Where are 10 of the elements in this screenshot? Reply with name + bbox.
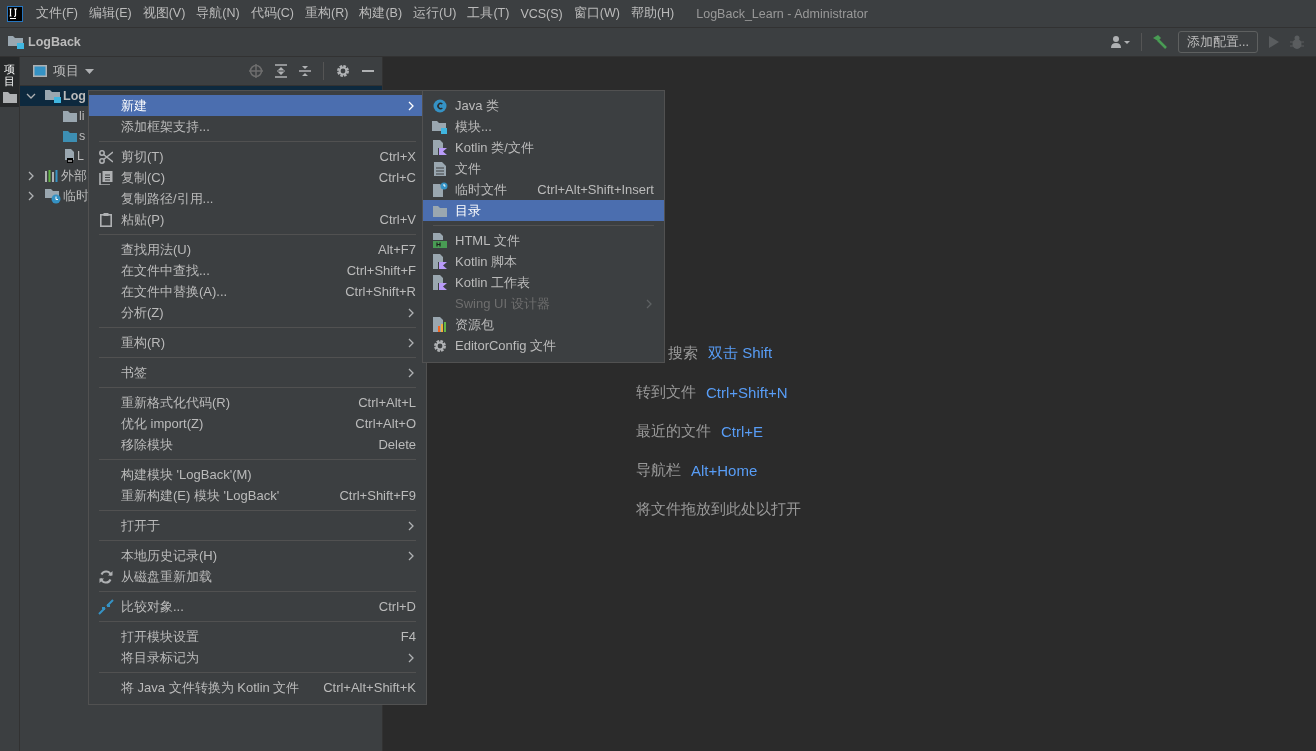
shortcut-label: Ctrl+E — [721, 423, 764, 440]
hint-label: 将文件拖放到此处以打开 — [636, 500, 801, 519]
shortcut-label: 双击 Shift — [708, 344, 773, 363]
shortcut-label: Alt+Home — [691, 462, 758, 479]
hint-label: 转到文件 — [636, 383, 696, 402]
shortcut-label: Ctrl+Shift+N — [706, 384, 788, 401]
hint-label: 导航栏 — [636, 461, 681, 480]
hint-label: 搜索 — [668, 344, 698, 363]
window-title: LogBack_Learn - Administrator — [696, 6, 868, 21]
hint-label: 最近的文件 — [636, 422, 711, 441]
